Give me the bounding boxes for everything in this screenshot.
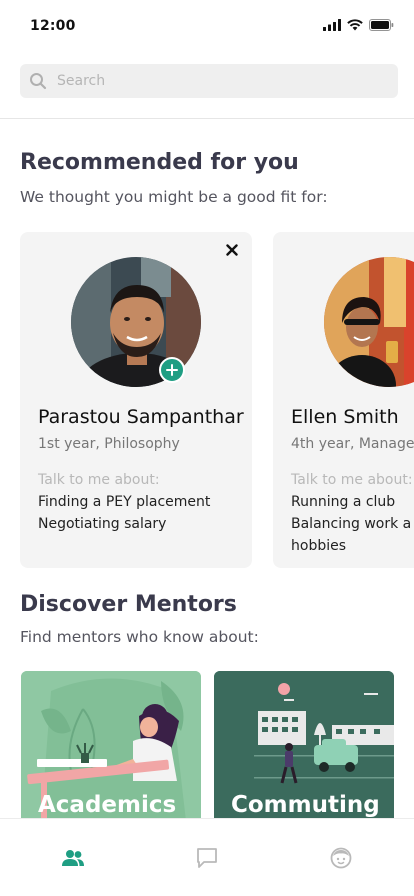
mentor-card[interactable]: Ellen Smith 4th year, Manage Talk to me … [273, 232, 414, 568]
mentor-year: 4th year, Manage [291, 436, 414, 452]
discover-subtitle: Find mentors who know about: [20, 628, 259, 646]
people-icon [62, 850, 84, 866]
status-time: 12:00 [30, 18, 76, 34]
mentor-topic: hobbies [291, 538, 347, 554]
chat-icon [197, 848, 217, 868]
search-icon [30, 73, 47, 90]
mentor-topic: Running a club [291, 494, 396, 510]
mentor-topic: Balancing work a [291, 516, 412, 532]
status-bar: 12:00 [0, 0, 414, 52]
search-bar[interactable] [20, 64, 398, 98]
tab-messages[interactable] [189, 843, 225, 873]
profile-face-icon [330, 847, 352, 869]
talk-label: Talk to me about: [38, 472, 160, 488]
add-mentor-button[interactable] [159, 357, 185, 383]
mentor-card[interactable]: Parastou Sampanthar 1st year, Philosophy… [20, 232, 252, 568]
status-icons [323, 19, 394, 31]
category-label: Commuting [231, 792, 380, 818]
mentor-name: Ellen Smith [291, 406, 399, 428]
plus-icon [166, 364, 178, 376]
category-tile-academics[interactable]: Academics [21, 671, 201, 831]
close-icon [226, 244, 238, 256]
tab-mentors[interactable] [55, 843, 91, 873]
talk-label: Talk to me about: [291, 472, 413, 488]
category-label: Academics [38, 792, 177, 818]
category-tile-commuting[interactable]: Commuting [214, 671, 394, 831]
mentor-avatar [324, 257, 414, 387]
search-input[interactable] [57, 73, 377, 89]
recommended-subtitle: We thought you might be a good fit for: [20, 188, 328, 206]
header-divider [0, 118, 414, 119]
battery-icon [369, 19, 394, 31]
mentor-topic: Negotiating salary [38, 516, 167, 532]
discover-title: Discover Mentors [20, 592, 237, 617]
tab-profile[interactable] [323, 843, 359, 873]
signal-icon [323, 19, 341, 31]
recommended-title: Recommended for you [20, 150, 299, 175]
mentor-topic: Finding a PEY placement [38, 494, 211, 510]
tab-bar [0, 818, 414, 896]
mentor-name: Parastou Sampanthar [38, 406, 244, 428]
mentor-year: 1st year, Philosophy [38, 436, 180, 452]
wifi-icon [347, 19, 363, 31]
dismiss-button[interactable] [222, 240, 242, 260]
